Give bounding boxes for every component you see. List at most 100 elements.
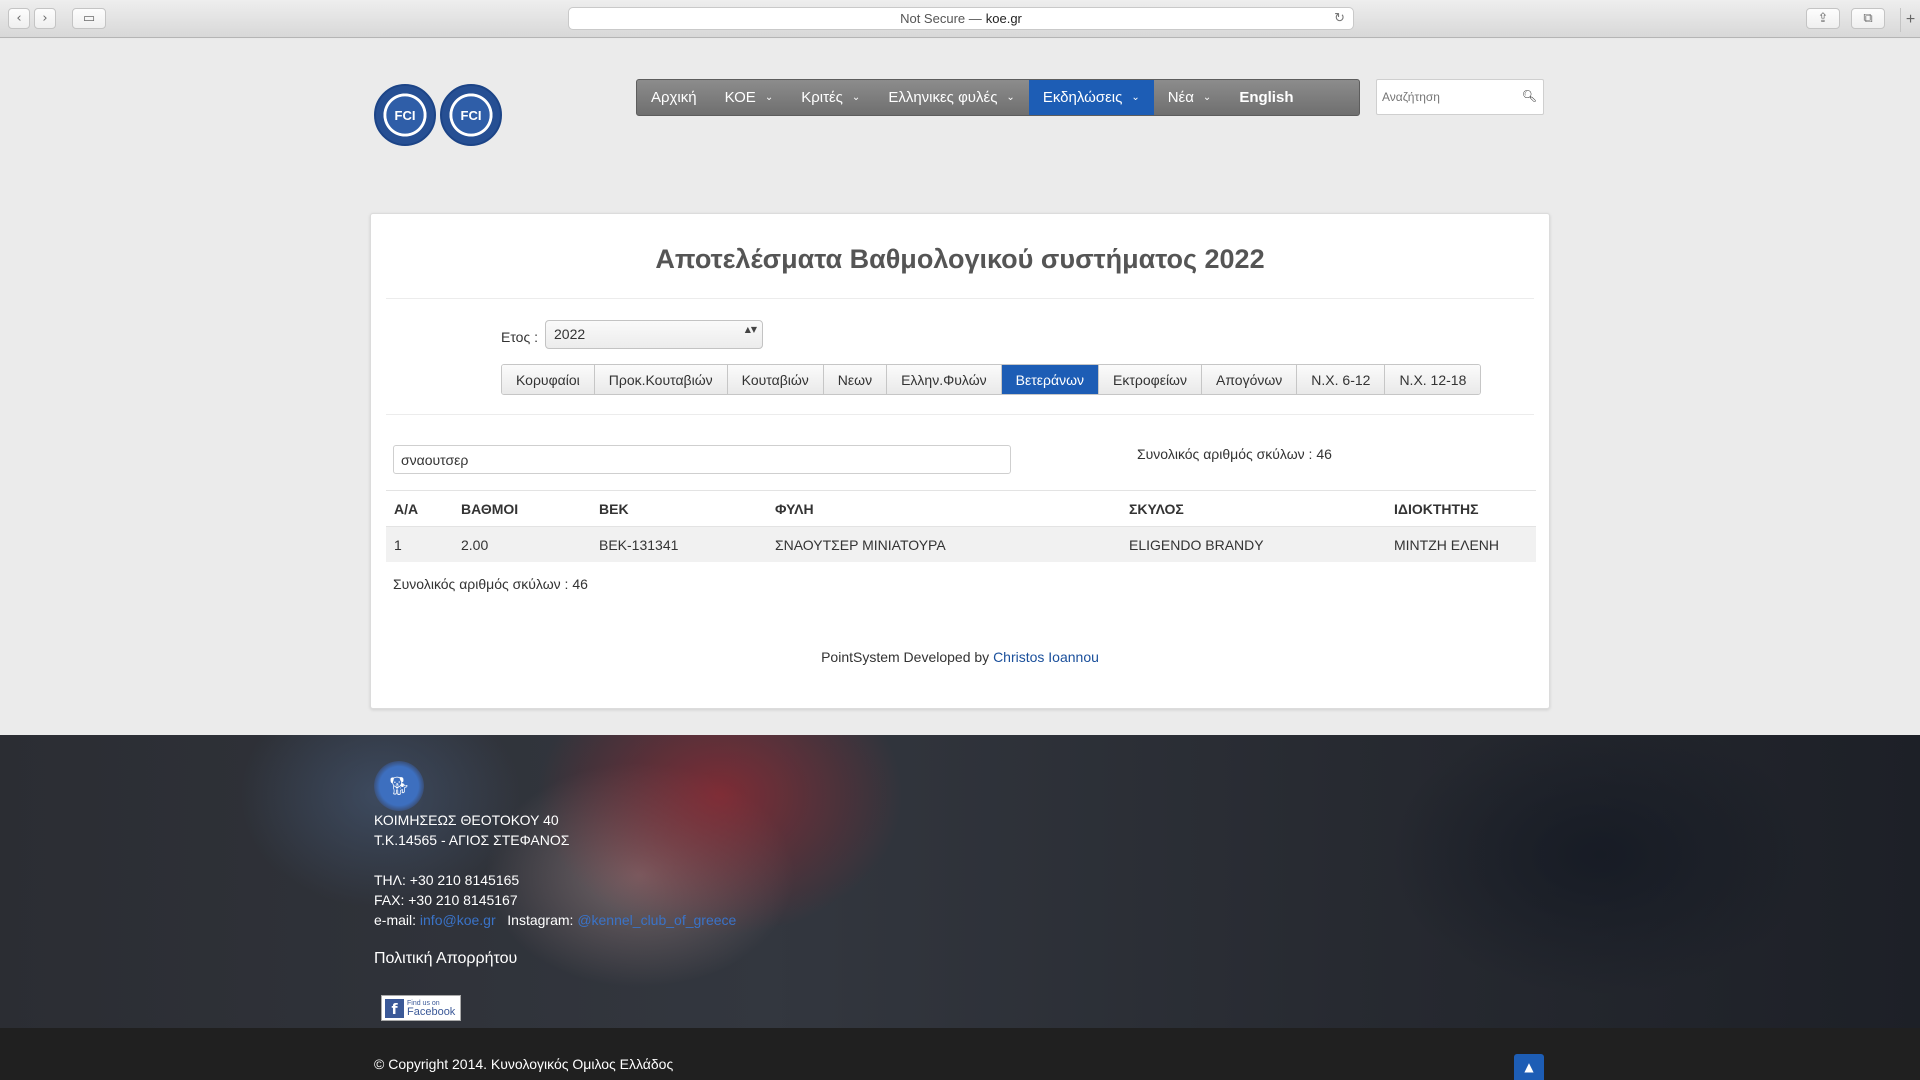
search-icon[interactable]: 🔍︎: [1522, 89, 1537, 103]
cell-breed: ΣΝΑΟΥΤΣΕΡ ΜΙΝΙΑΤΟΥΡΑ: [775, 536, 946, 553]
tab-juniors[interactable]: Νεων: [823, 365, 888, 394]
total-dogs-count: Συνολικός αριθμός σκύλων : 46: [1137, 446, 1332, 462]
koe-logo[interactable]: FCI: [374, 84, 436, 146]
share-icon: ⇪: [1817, 11, 1829, 26]
nav-item-english[interactable]: English: [1225, 80, 1307, 115]
facebook-badge[interactable]: f Find us on Facebook: [381, 995, 461, 1021]
tab-puppies[interactable]: Κουταβιών: [727, 365, 824, 394]
facebook-badge-text: Find us on Facebook: [407, 999, 456, 1018]
cell-dog: ELIGENDO BRANDY: [1129, 536, 1264, 553]
forward-button[interactable]: ›: [34, 8, 56, 29]
total-dogs-count-bottom: Συνολικός αριθμός σκύλων : 46: [393, 576, 588, 592]
tab-kennels[interactable]: Εκτροφείων: [1099, 365, 1202, 394]
cell-points: 2.00: [461, 536, 489, 553]
back-button[interactable]: ‹: [8, 8, 30, 29]
koe-logo-text: FCI: [394, 107, 416, 123]
nav-label: Αρχική: [651, 89, 697, 106]
developer-credit: PointSystem Developed by Christos Ioanno…: [371, 649, 1549, 665]
main-nav: Αρχική ΚΟΕ ⌄ Κριτές ⌄ Ελληνικες φυλές ⌄ Εκδ…: [636, 79, 1360, 116]
cell-rank: 1: [394, 536, 402, 553]
share-button[interactable]: ⇪: [1806, 8, 1840, 29]
filter-input[interactable]: [393, 445, 1011, 474]
url-domain: koe.gr: [985, 11, 1022, 26]
site-logos[interactable]: FCI FCI: [374, 84, 502, 146]
column-header[interactable]: ΦΥΛΗ: [775, 501, 1129, 517]
address-bar[interactable]: Not Secure — koe.gr ↻: [568, 7, 1354, 30]
address-line: ΚΟΙΜΗΣΕΩΣ ΘΕΟΤΟΚΟΥ 40: [374, 812, 559, 828]
contact-info: ΤΗΛ: +30 210 8145165 FAX: +30 210 814516…: [374, 870, 736, 930]
year-select[interactable]: 2022 ▲▼: [545, 320, 763, 349]
url-security-label: Not Secure —: [900, 11, 982, 26]
chevron-down-icon: ⌄: [851, 92, 861, 103]
nav-label: Νέα: [1167, 89, 1194, 106]
tab-baby-puppies[interactable]: Προκ.Κουταβιών: [594, 365, 728, 394]
tab-top[interactable]: Κορυφαίοι: [502, 365, 595, 394]
cell-bek: ΒΕΚ-131341: [599, 536, 679, 553]
sidebar-icon: ▭: [82, 11, 96, 26]
nav-label: Ελληνικες φυλές: [888, 89, 998, 106]
tab-nx-12-18[interactable]: Ν.Χ. 12-18: [1385, 365, 1481, 394]
plus-icon: +: [1905, 11, 1916, 28]
email-label: e-mail:: [374, 912, 417, 928]
nav-label: Κριτές: [801, 89, 843, 106]
tab-veterans[interactable]: Βετεράνων: [1001, 365, 1099, 394]
dog-logo-icon: 🐕︎: [374, 761, 424, 811]
page-title: Αποτελέσματα Βαθμολογικού συστήματος 202…: [655, 244, 1265, 274]
copyright-bar: © Copyright 2014. Κυνολογικός Ομιλος Ελλ…: [0, 1028, 1920, 1080]
table-header: Α/Α ΒΑΘΜΟΙ ΒΕΚ ΦΥΛΗ ΣΚΥΛΟΣ ΙΔΙΟΚΤΗΤΗΣ: [386, 490, 1536, 526]
tabs-icon: ⧉: [1863, 11, 1873, 26]
chevron-up-icon: ▲: [1524, 1060, 1534, 1074]
tabs-overview-button[interactable]: ⧉: [1851, 8, 1885, 29]
instagram-label: Instagram:: [507, 912, 574, 928]
scroll-to-top-button[interactable]: ▲: [1514, 1054, 1544, 1080]
nav-item-home[interactable]: Αρχική: [637, 80, 711, 115]
select-arrows-icon: ▲▼: [744, 325, 757, 334]
column-header[interactable]: ΒΕΚ: [599, 501, 775, 517]
tab-nx-6-12[interactable]: Ν.Χ. 6-12: [1297, 365, 1386, 394]
cell-owner: ΜΙΝΤΖΗ ΕΛΕΝΗ: [1394, 536, 1500, 553]
nav-label: Εκδηλώσεις: [1042, 89, 1123, 106]
reload-icon[interactable]: ↻: [1334, 11, 1345, 26]
column-header[interactable]: Α/Α: [386, 501, 461, 517]
table-row[interactable]: 1 2.00 ΒΕΚ-131341 ΣΝΑΟΥΤΣΕΡ ΜΙΝΙΑΤΟΥΡΑ E…: [386, 526, 1536, 562]
privacy-policy-link[interactable]: Πολιτική Απορρήτου: [374, 950, 517, 968]
fax-text: FAX: +30 210 8145167: [374, 892, 518, 908]
tab-greek-breeds[interactable]: Ελλην.Φυλών: [887, 365, 1002, 394]
tab-progeny[interactable]: Απογόνων: [1201, 365, 1298, 394]
results-panel: Αποτελέσματα Βαθμολογικού συστήματος 202…: [370, 213, 1550, 709]
column-header[interactable]: ΣΚΥΛΟΣ: [1129, 501, 1394, 517]
email-line: e-mail: info@koe.gr Instagram: @kennel_c…: [374, 910, 736, 930]
instagram-link[interactable]: @kennel_club_of_greece: [577, 912, 736, 928]
search-input[interactable]: [1377, 80, 1517, 114]
chevron-down-icon: ⌄: [1202, 92, 1212, 103]
nav-item-news[interactable]: Νέα ⌄: [1154, 80, 1226, 115]
copyright-text: © Copyright 2014. Κυνολογικός Ομιλος Ελλ…: [374, 1056, 674, 1072]
site-footer: 🐕︎ ΚΟΙΜΗΣΕΩΣ ΘΕΟΤΟΚΟΥ 40 Τ.Κ.14565 - ΑΓΙ…: [0, 735, 1920, 1028]
column-header[interactable]: ΒΑΘΜΟΙ: [461, 501, 599, 517]
site-search: 🔍︎: [1376, 79, 1544, 115]
divider: [386, 298, 1534, 299]
fci-logo-text: FCI: [460, 107, 482, 123]
fb-big-text: Facebook: [407, 1006, 456, 1018]
results-table: Α/Α ΒΑΘΜΟΙ ΒΕΚ ΦΥΛΗ ΣΚΥΛΟΣ ΙΔΙΟΚΤΗΤΗΣ 1 …: [386, 490, 1536, 562]
fci-logo[interactable]: FCI: [440, 84, 502, 146]
back-icon: ‹: [16, 11, 22, 26]
email-link[interactable]: info@koe.gr: [420, 912, 496, 928]
nav-item-events[interactable]: Εκδηλώσεις ⌄: [1028, 80, 1154, 115]
address: ΚΟΙΜΗΣΕΩΣ ΘΕΟΤΟΚΟΥ 40 Τ.Κ.14565 - ΑΓΙΟΣ …: [374, 810, 569, 850]
credit-text: PointSystem Developed by: [821, 649, 990, 665]
year-select-value: 2022: [554, 326, 586, 342]
phone-text: ΤΗΛ: +30 210 8145165: [374, 872, 520, 888]
new-tab-button[interactable]: +: [1900, 8, 1920, 32]
nav-item-judges[interactable]: Κριτές ⌄: [787, 80, 874, 115]
sidebar-button[interactable]: ▭: [72, 8, 106, 29]
browser-toolbar: ‹ › ▭ Not Secure — koe.gr ↻ ⇪ ⧉ +: [0, 0, 1920, 38]
nav-item-greek-breeds[interactable]: Ελληνικες φυλές ⌄: [874, 80, 1029, 115]
nav-label: ΚΟΕ: [724, 89, 756, 106]
column-header[interactable]: ΙΔΙΟΚΤΗΤΗΣ: [1394, 501, 1536, 517]
divider: [386, 414, 1534, 415]
chevron-down-icon: ⌄: [1006, 92, 1015, 103]
nav-item-koe[interactable]: ΚΟΕ ⌄: [711, 80, 788, 115]
year-label: Ετος :: [501, 329, 538, 345]
developer-link[interactable]: Christos Ioannou: [993, 649, 1099, 665]
